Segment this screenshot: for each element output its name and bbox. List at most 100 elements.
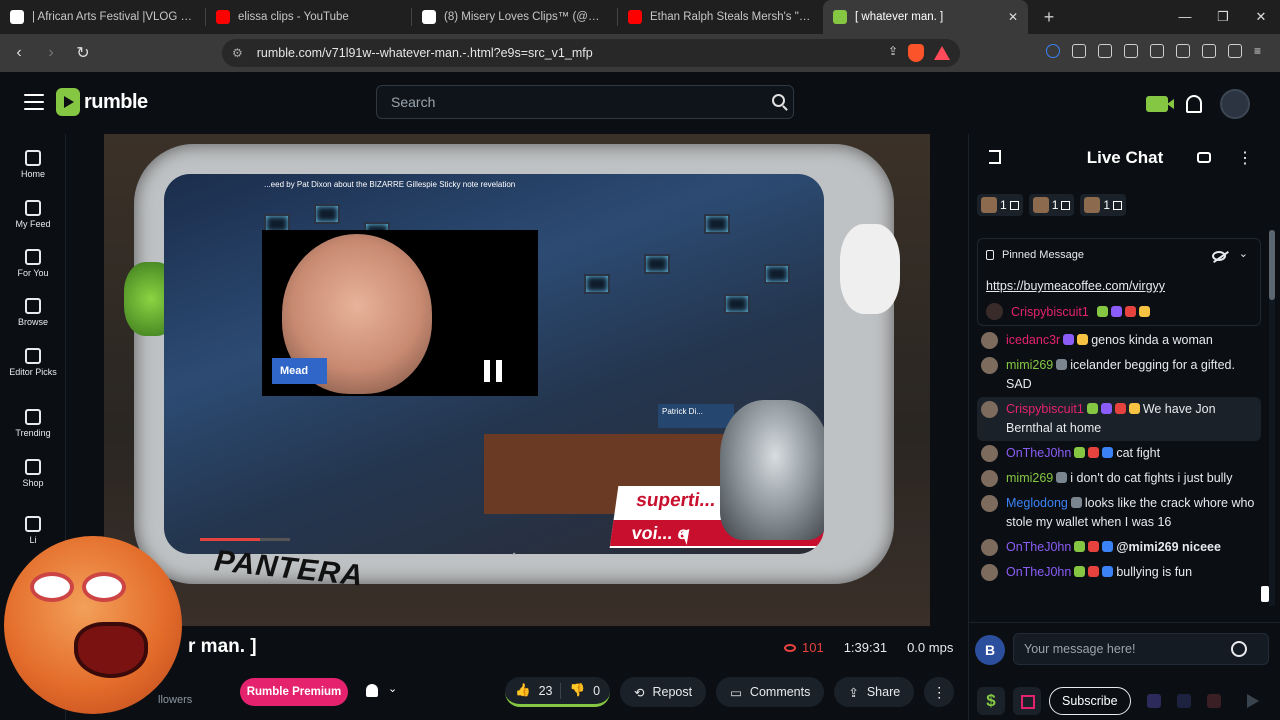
thumbs-down-icon[interactable]: 👎 [569,683,585,698]
chat-avatar[interactable] [981,564,998,581]
sidebar-item-editor-picks[interactable]: Editor Picks [0,348,66,377]
maximize-button[interactable]: ❐ [1204,0,1242,34]
chat-username[interactable]: mimi269 [1006,358,1053,372]
back-icon[interactable]: ‹ [6,44,32,62]
rant-button[interactable]: $ [977,687,1005,715]
user-badge-icon [1077,334,1089,345]
chat-scrollbar[interactable] [1269,230,1275,606]
puzzle-icon[interactable] [1072,44,1086,58]
leo-icon[interactable] [1202,44,1216,58]
chat-avatar[interactable] [981,357,998,374]
chat-username[interactable]: OnTheJ0hn [1006,565,1071,579]
close-window-button[interactable]: ✕ [1242,0,1280,34]
share-button[interactable]: ⇪ Share [834,677,915,707]
channel-notify-bell-icon[interactable] [366,684,378,697]
rumble-premium-button[interactable]: Rumble Premium [240,678,348,706]
hide-pinned-icon[interactable] [1212,251,1226,261]
media-icon[interactable] [1124,44,1138,58]
chat-username[interactable]: OnTheJ0hn [1006,446,1071,460]
rumble-logo[interactable]: rumble [56,88,148,116]
user-badge-icon [1056,359,1068,370]
chat-username[interactable]: Meglodong [1006,496,1068,510]
site-settings-icon[interactable]: ⚙ [232,46,243,60]
chat-username[interactable]: Crispybiscuit1 [1006,402,1084,416]
repost-button[interactable]: ⟲ Repost [620,677,707,707]
vpn-icon[interactable] [1228,44,1242,58]
new-tab-button[interactable]: + [1034,7,1064,28]
forward-icon[interactable]: › [38,44,64,62]
go-live-icon[interactable] [1146,96,1174,112]
sidebar-item-li[interactable]: Li [0,516,66,545]
chat-message: Crispybiscuit1 We have Jon Bernthal at ho… [977,397,1261,441]
minimize-button[interactable]: — [1166,0,1204,34]
top-gifter[interactable]: 1 [1028,194,1075,216]
comments-button[interactable]: ▭ Comments [716,677,825,707]
chat-username[interactable]: icedanc3r [1006,333,1060,347]
figure-icon[interactable] [1206,694,1221,708]
search-input[interactable] [391,94,751,110]
sidebar-item-trending[interactable]: Trending [0,409,66,438]
search-icon[interactable] [772,94,785,107]
thumbs-up-icon[interactable]: 👍 [515,683,531,698]
pause-icon[interactable] [484,360,502,382]
gift-icon[interactable] [1013,687,1041,715]
share-page-icon[interactable]: ⇪ [888,44,898,62]
chat-avatar[interactable] [981,332,998,349]
brave-shields-icon[interactable] [908,44,924,62]
chat-avatar[interactable] [981,539,998,556]
chevron-down-icon[interactable]: ⌄ [388,682,397,695]
sidebar-item-for-you[interactable]: For You [0,249,66,278]
chat-avatar[interactable] [981,470,998,487]
sidebar-item-shop[interactable]: Shop [0,459,66,488]
chat-username[interactable]: OnTheJ0hn [1006,540,1071,554]
sidebar-item-browse[interactable]: Browse [0,298,66,327]
chat-avatar[interactable] [981,401,998,418]
dislike-count: 0 [593,683,601,698]
browser-tab[interactable]: elissa clips - YouTube [206,0,411,34]
video-player[interactable]: ...eed by Pat Dixon about the BIZARRE Gi… [104,134,930,626]
hamburger-menu-icon[interactable] [24,94,44,110]
reload-icon[interactable]: ↻ [70,43,96,63]
menu-icon[interactable]: ≡ [1254,44,1268,58]
browser-tab[interactable]: (8) Misery Loves Clips™ (@MiseryClip [412,0,617,34]
chevron-down-icon[interactable]: ⌄ [1239,247,1248,260]
chat-menu-icon[interactable]: ⋮ [1237,148,1253,168]
extension-icon[interactable] [1046,44,1060,58]
browser-tab[interactable]: Ethan Ralph Steals Mersh's "Leftover [618,0,823,34]
address-bar[interactable]: ⚙ rumble.com/v71l91w--whatever-man.-.htm… [222,39,960,67]
chat-text: genos kinda a woman [1091,333,1213,347]
badge-icon[interactable] [1176,694,1191,708]
expand-controls-icon[interactable]: ⌃ [510,552,522,564]
notifications-bell-icon[interactable] [1186,95,1202,113]
user-badge-icon [1074,541,1086,552]
chat-avatar[interactable] [981,445,998,462]
more-options-button[interactable]: ⋮ [924,677,955,707]
browser-tab[interactable]: [ whatever man. ] ✕ [823,0,1028,34]
sidebar-item-home[interactable]: Home [0,150,66,179]
screenshot-icon[interactable] [1098,44,1112,58]
subscribe-button[interactable]: Subscribe [1049,687,1131,715]
chat-message: Meglodong looks like the crack whore who … [977,491,1261,535]
close-tab-icon[interactable]: ✕ [1008,10,1018,24]
popout-chat-icon[interactable] [1197,152,1211,163]
chat-username[interactable]: mimi269 [1006,471,1053,485]
chat-avatar[interactable] [981,495,998,512]
chat-text: i don't do cat fights i just bully [1070,471,1233,485]
collapse-chat-icon[interactable] [989,150,1001,164]
sidebar-item-my-feed[interactable]: My Feed [0,200,66,229]
top-gifter[interactable]: 1 [1080,194,1127,216]
pinned-link[interactable]: https://buymeacoffee.com/virgyy [986,279,1165,293]
top-gifter[interactable]: 1 [977,194,1023,216]
video-progress-bar[interactable] [200,538,290,541]
wallet-icon[interactable] [1176,44,1190,58]
emoji-icon[interactable] [1231,641,1247,657]
chat-messages: icedanc3r genos kinda a woman mimi269 icela… [977,328,1261,585]
badge-icon[interactable] [1146,694,1161,708]
brave-rewards-icon[interactable] [934,46,950,60]
user-avatar[interactable] [1220,89,1250,119]
pinned-author[interactable]: Crispybiscuit1 [1011,305,1089,319]
sidebar-icon[interactable] [1150,44,1164,58]
browser-tab[interactable]: | African Arts Festival |VLOG 2024 [0,0,205,34]
scroll-to-bottom-handle[interactable] [1261,586,1269,602]
send-icon[interactable] [1247,694,1259,708]
